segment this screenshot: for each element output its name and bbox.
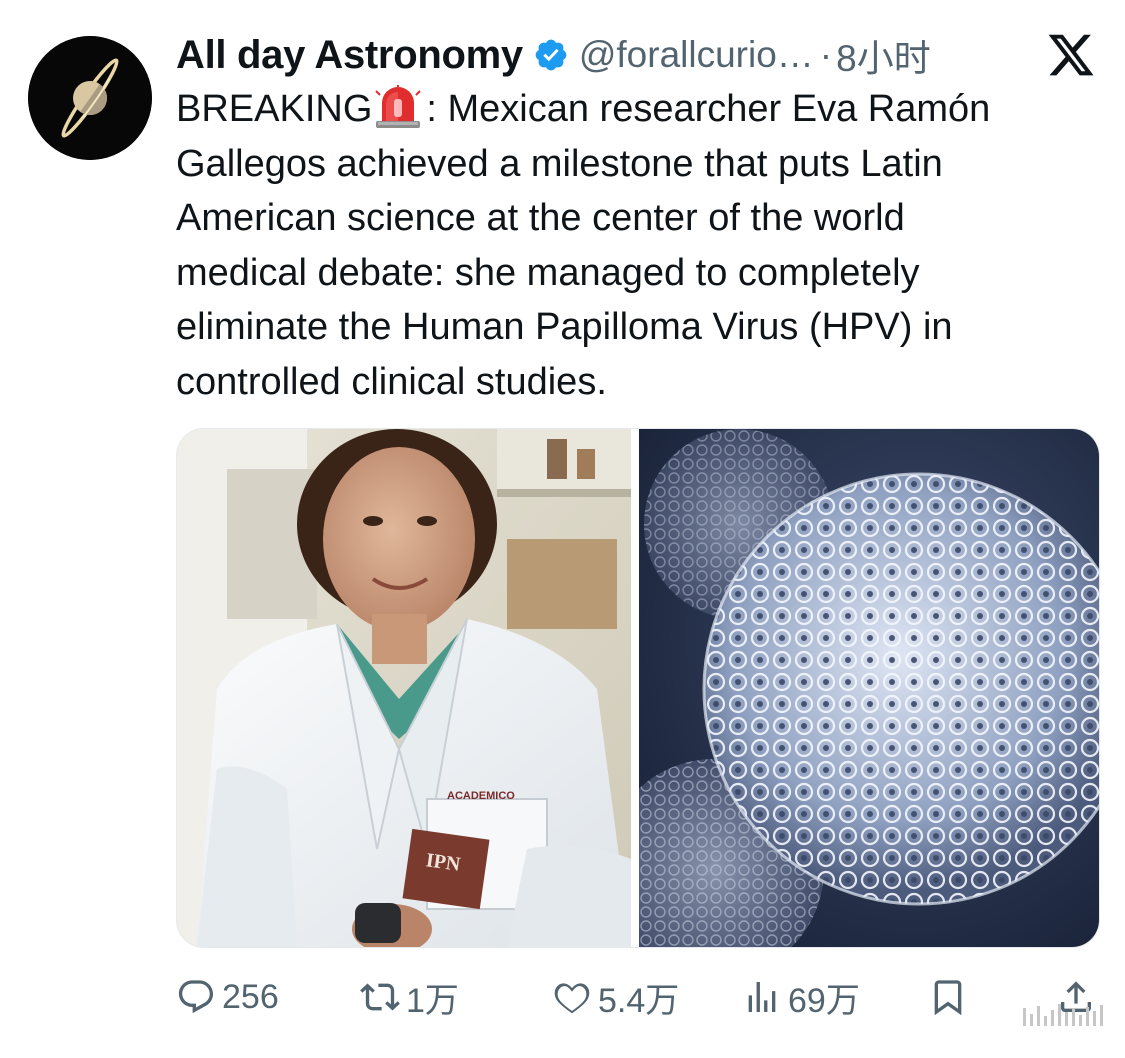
retweet-count: 1万 [406, 981, 459, 1020]
like-count: 5.4万 [598, 981, 680, 1020]
reply-button[interactable]: 256 [176, 977, 279, 1017]
police-siren-emoji [374, 85, 422, 129]
breaking-label: BREAKING [176, 88, 373, 130]
separator-dot: · [819, 34, 833, 75]
bookmark-icon [934, 980, 962, 1016]
views-icon [748, 982, 776, 1012]
views-count: 69万 [788, 981, 860, 1020]
lab-coat-embroidery: ACADEMICO [447, 790, 515, 802]
retweet-icon [360, 983, 400, 1011]
user-handle[interactable]: @forallcurio… [579, 34, 814, 76]
text-line-4: medical debate: she managed to completel… [176, 251, 920, 294]
text-line-6: controlled clinical studies. [176, 360, 607, 403]
like-button[interactable]: 5.4万 [552, 973, 679, 1022]
display-name[interactable]: All day Astronomy [176, 33, 523, 78]
text-line-5: eliminate the Human Papilloma Virus (HPV… [176, 306, 953, 348]
virus-illustration[interactable] [639, 429, 1099, 947]
text-line-3: American science at the center of the wo… [176, 197, 905, 239]
retweet-button[interactable]: 1万 [360, 973, 459, 1022]
bookmark-button[interactable] [928, 977, 974, 1017]
text-line-2: Gallegos achieved a milestone that puts … [176, 142, 943, 185]
tweet-actions: 256 1万 5.4万 69万 [176, 972, 1096, 1022]
views-button[interactable]: 69万 [742, 973, 860, 1022]
tweet-text: BREAKING : Mexican researcher Eva Ramón … [176, 82, 1086, 409]
text-line-1: : Mexican researcher Eva Ramón [426, 88, 991, 130]
researcher-photo[interactable]: ACADEMICO IPN [177, 429, 631, 947]
reply-count: 256 [222, 977, 279, 1016]
saturn-avatar-icon [28, 36, 152, 160]
timestamp[interactable]: 8小时 [836, 28, 931, 82]
watermark-marks [1023, 1004, 1103, 1026]
verified-badge-icon [533, 37, 569, 73]
tweet-header: All day Astronomy @forallcurio… · 8小时 [176, 30, 1096, 80]
avatar[interactable] [28, 36, 152, 160]
heart-icon [554, 983, 590, 1014]
tweet-media: ACADEMICO IPN [176, 428, 1100, 948]
x-logo-icon [1046, 30, 1096, 80]
reply-icon [178, 980, 214, 1014]
